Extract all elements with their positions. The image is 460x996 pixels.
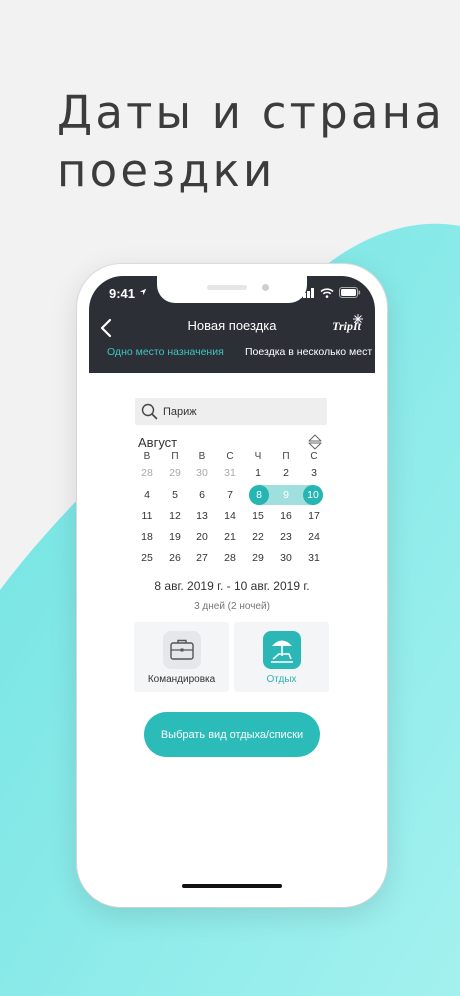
wifi-icon xyxy=(320,287,334,298)
calendar-day-in-range[interactable]: 9 xyxy=(274,485,298,505)
calendar-day[interactable]: 6 xyxy=(190,485,214,505)
calendar-day[interactable]: 11 xyxy=(135,506,159,526)
calendar-day[interactable]: 17 xyxy=(302,506,326,526)
home-indicator xyxy=(182,884,282,888)
calendar-day[interactable]: 20 xyxy=(190,527,214,547)
tripit-logo: TripIt xyxy=(332,319,361,333)
leisure-icon-tile xyxy=(263,631,301,669)
calendar-day[interactable]: 7 xyxy=(218,485,242,505)
phone-frame: 9:41 Новая поездка TripIt Одно место наз… xyxy=(77,264,387,907)
calendar-day[interactable]: 16 xyxy=(274,506,298,526)
tab-multi-destination[interactable]: Поездка в несколько мест xyxy=(245,346,375,373)
calendar-day[interactable]: 28 xyxy=(218,548,242,568)
phone-screen: 9:41 Новая поездка TripIt Одно место наз… xyxy=(89,276,375,895)
calendar-day[interactable]: 31 xyxy=(218,463,242,483)
calendar-day[interactable]: 26 xyxy=(163,548,187,568)
page-headline: Даты и страна поездки xyxy=(57,84,445,200)
calendar-day[interactable]: 5 xyxy=(163,485,187,505)
calendar-day[interactable]: 24 xyxy=(302,527,326,547)
calendar-week-row: 28 29 30 31 1 2 3 xyxy=(135,463,331,483)
calendar-day[interactable]: 12 xyxy=(163,506,187,526)
calendar-day[interactable]: 21 xyxy=(218,527,242,547)
headline-line-2: поездки xyxy=(57,144,276,197)
calendar-day[interactable]: 22 xyxy=(246,527,270,547)
calendar-day[interactable]: 29 xyxy=(163,463,187,483)
phone-notch xyxy=(157,276,307,303)
calendar-day[interactable]: 13 xyxy=(190,506,214,526)
calendar-day[interactable]: 14 xyxy=(218,506,242,526)
business-icon-tile xyxy=(163,631,201,669)
search-icon xyxy=(141,403,158,420)
trip-type-business-label: Командировка xyxy=(147,674,216,685)
battery-icon xyxy=(339,287,361,298)
calendar-day[interactable]: 4 xyxy=(135,485,159,505)
search-field[interactable] xyxy=(135,398,327,425)
calendar-week-row: 11 12 13 14 15 16 17 xyxy=(135,506,331,526)
trip-type-business[interactable]: Командировка xyxy=(134,622,229,692)
headline-line-1: Даты и страна xyxy=(57,86,446,139)
calendar-week-row: 25 26 27 28 29 30 31 xyxy=(135,548,331,568)
calendar-day[interactable]: 28 xyxy=(135,463,159,483)
beach-umbrella-icon xyxy=(271,640,293,663)
calendar-day[interactable]: 25 xyxy=(135,548,159,568)
calendar-day-selected-end[interactable]: 10 xyxy=(301,485,325,505)
location-arrow-icon xyxy=(139,288,147,296)
calendar-day[interactable]: 1 xyxy=(246,463,270,483)
tab-one-destination[interactable]: Одно место назначения xyxy=(107,346,224,373)
calendar-day[interactable]: 23 xyxy=(274,527,298,547)
calendar-day[interactable]: 30 xyxy=(274,548,298,568)
status-icons xyxy=(299,287,361,298)
calendar-day[interactable]: 29 xyxy=(246,548,270,568)
calendar-day[interactable]: 19 xyxy=(163,527,187,547)
status-time: 9:41 xyxy=(109,286,136,301)
choose-vacation-type-button[interactable]: Выбрать вид отдыха/списки xyxy=(144,712,320,757)
trip-type-leisure[interactable]: Отдых xyxy=(234,622,329,692)
speaker-grille xyxy=(207,285,247,290)
search-input[interactable] xyxy=(163,402,321,421)
briefcase-icon xyxy=(170,639,194,660)
calendar-week-row: 4 5 6 7 8 9 10 xyxy=(135,485,331,505)
calendar-day[interactable]: 2 xyxy=(274,463,298,483)
calendar-day[interactable]: 15 xyxy=(246,506,270,526)
calendar-week-row: 18 19 20 21 22 23 24 xyxy=(135,527,331,547)
calendar-day[interactable]: 27 xyxy=(190,548,214,568)
calendar-day[interactable]: 31 xyxy=(302,548,326,568)
calendar-day[interactable]: 3 xyxy=(302,463,326,483)
selected-date-range: 8 авг. 2019 г. - 10 авг. 2019 г. xyxy=(154,579,310,593)
trip-type-leisure-label: Отдых xyxy=(266,674,297,685)
calendar-day[interactable]: 18 xyxy=(135,527,159,547)
calendar-day[interactable]: 30 xyxy=(190,463,214,483)
front-camera xyxy=(262,284,269,291)
calendar-day-selected-start[interactable]: 8 xyxy=(247,485,271,505)
trip-duration: 3 дней (2 ночей) xyxy=(194,601,270,612)
